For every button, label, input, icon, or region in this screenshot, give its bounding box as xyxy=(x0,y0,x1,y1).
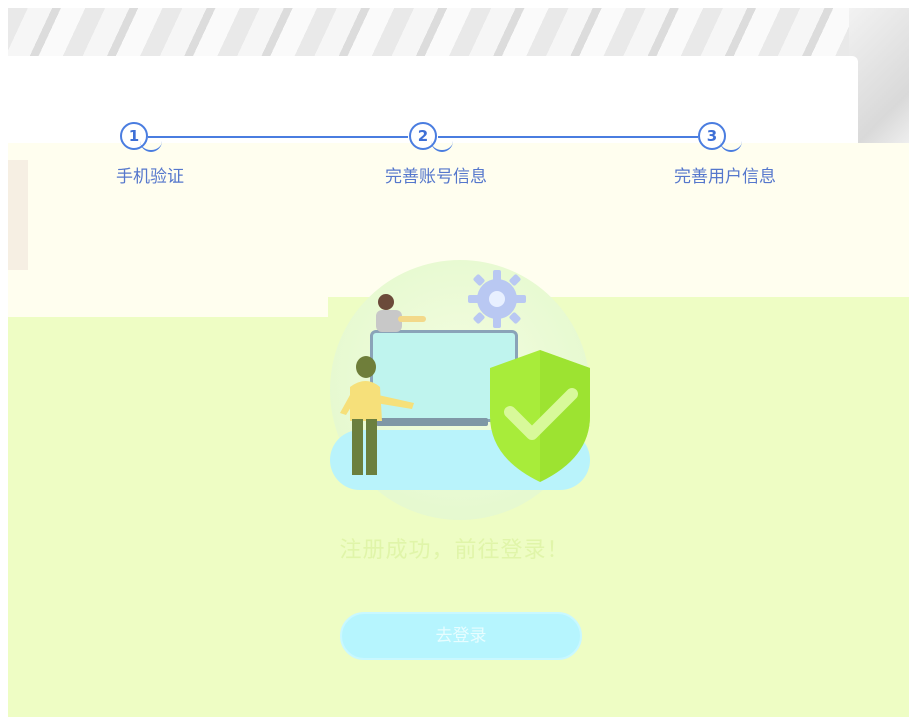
step-connector xyxy=(148,136,408,138)
content-band-edge xyxy=(8,160,28,270)
gear-icon xyxy=(468,270,526,328)
person-figure-top xyxy=(376,294,426,332)
person-figure-left xyxy=(340,356,414,475)
go-to-login-button[interactable]: 去登录 xyxy=(340,612,582,660)
step-3-label: 完善用户信息 xyxy=(674,167,776,187)
success-message: 注册成功，前往登录！ xyxy=(339,538,570,563)
result-panel-notch xyxy=(8,297,328,317)
step-2-label: 完善账号信息 xyxy=(385,167,487,187)
step-connector xyxy=(438,136,698,138)
step-1-label: 手机验证 xyxy=(116,167,184,187)
shield-check-icon xyxy=(490,350,590,482)
